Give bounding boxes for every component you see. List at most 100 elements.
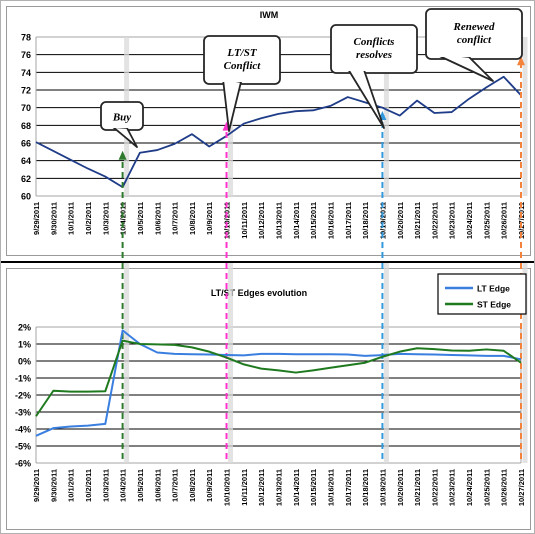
upper-x-tick-label: 10/26/2011 [500,202,509,239]
svg-text:10/5/2011: 10/5/2011 [136,469,145,502]
upper-chart-title: IWM [260,10,279,20]
lower-x-tick-label: 9/30/2011 [49,469,58,502]
svg-text:10/17/2011: 10/17/2011 [344,469,353,506]
lower-x-tick-label: 10/2/2011 [84,469,93,502]
svg-text:9/29/2011: 9/29/2011 [32,202,41,235]
svg-text:10/24/2011: 10/24/2011 [465,469,474,506]
svg-text:9/29/2011: 9/29/2011 [32,469,41,502]
lower-x-tick-label: 10/25/2011 [482,469,491,506]
svg-text:10/23/2011: 10/23/2011 [448,202,457,239]
svg-text:10/6/2011: 10/6/2011 [153,469,162,502]
lower-x-tick-label: 10/23/2011 [448,469,457,506]
svg-text:10/14/2011: 10/14/2011 [292,202,301,239]
lower-x-tick-label: 10/9/2011 [205,469,214,502]
svg-text:10/12/2011: 10/12/2011 [257,469,266,506]
upper-series-iwm [35,75,522,189]
lower-x-tick-label: 10/7/2011 [171,469,180,502]
lower-chart-panel: -6% -5% -4% -3% -2% -1% 0% 1% 2% LT/ST Edges evol… [1,263,534,533]
upper-x-tick-label: 10/2/2011 [84,202,93,235]
upper-x-tick-label: 10/25/2011 [482,202,491,239]
svg-text:10/22/2011: 10/22/2011 [430,202,439,239]
annotation-shadow-band [522,37,528,196]
lower-x-tick-label: 10/19/2011 [378,469,387,506]
lower-x-tick-label: 10/12/2011 [257,469,266,506]
callout-buy: Buy [100,101,144,148]
svg-text:10/8/2011: 10/8/2011 [188,202,197,235]
lower-x-tick-label: 10/1/2011 [67,469,76,502]
svg-text:10/1/2011: 10/1/2011 [67,202,76,235]
upper-y-tick-label: 76 [21,50,31,60]
svg-text:10/22/2011: 10/22/2011 [430,469,439,506]
svg-text:10/2/2011: 10/2/2011 [84,202,93,235]
upper-x-tick-label: 10/9/2011 [205,202,214,235]
lower-x-tick-label: 10/24/2011 [465,469,474,506]
svg-text:10/7/2011: 10/7/2011 [171,202,180,235]
svg-text:10/8/2011: 10/8/2011 [188,469,197,502]
callout-label: resolves [356,49,392,61]
svg-text:10/15/2011: 10/15/2011 [309,469,318,506]
svg-text:10/17/2011: 10/17/2011 [344,202,353,239]
lower-y-tick-label: -5% [15,442,31,452]
lower-chart-title: LT/ST Edges evolution [211,288,307,298]
lower-x-tick-label: 10/21/2011 [413,469,422,506]
svg-text:9/30/2011: 9/30/2011 [49,469,58,502]
lower-y-tick-label: -3% [15,408,31,418]
upper-x-tick-label: 10/20/2011 [396,202,405,239]
lower-y-tick-label: -1% [15,374,31,384]
annotation-shadow-band [124,263,130,463]
svg-text:10/15/2011: 10/15/2011 [309,202,318,239]
upper-x-tick-label: 10/18/2011 [361,202,370,239]
lower-x-tick-label: 9/29/2011 [32,469,41,502]
upper-x-tick-label: 9/29/2011 [32,202,41,235]
svg-text:10/23/2011: 10/23/2011 [448,469,457,506]
upper-x-tick-label: 10/8/2011 [188,202,197,235]
svg-text:10/11/2011: 10/11/2011 [240,202,249,239]
upper-chart-svg: 60 62 64 66 68 70 72 74 76 78 IWM 9/29/2011 9/30/201… [21,8,528,258]
lower-x-tick-label: 10/15/2011 [309,469,318,506]
svg-text:10/6/2011: 10/6/2011 [153,202,162,235]
svg-text:10/20/2011: 10/20/2011 [396,202,405,239]
svg-text:10/21/2011: 10/21/2011 [413,469,422,506]
upper-y-tick-label: 78 [21,33,31,43]
svg-text:10/24/2011: 10/24/2011 [465,202,474,239]
upper-x-tick-label: 9/30/2011 [49,202,58,235]
upper-y-tick-label: 64 [21,156,31,166]
lower-x-tick-label: 10/27/2011 [517,469,526,506]
lower-y-tick-label: -6% [15,459,31,469]
lower-y-tick-label: 2% [18,323,31,333]
callout-renewed-conflict: Renewedconflict [425,8,523,82]
svg-text:10/18/2011: 10/18/2011 [361,469,370,506]
svg-text:10/7/2011: 10/7/2011 [171,469,180,502]
svg-text:10/1/2011: 10/1/2011 [67,469,76,502]
legend-label: LT Edge [477,284,510,294]
svg-text:9/30/2011: 9/30/2011 [49,202,58,235]
lower-x-tick-label: 10/14/2011 [292,469,301,506]
legend-label: ST Edge [477,300,511,310]
upper-y-tick-label: 72 [21,86,31,96]
svg-text:10/13/2011: 10/13/2011 [275,469,284,506]
upper-x-tick-label: 10/14/2011 [292,202,301,239]
lower-y-tick-label: -4% [15,425,31,435]
svg-text:10/20/2011: 10/20/2011 [396,469,405,506]
annotation-shadow-band [228,263,234,463]
svg-text:10/10/2011: 10/10/2011 [223,469,232,506]
lower-x-tick-label: 10/3/2011 [101,469,110,502]
svg-text:10/11/2011: 10/11/2011 [240,469,249,506]
annotation-shadow-band [383,263,389,463]
svg-text:10/16/2011: 10/16/2011 [326,469,335,506]
upper-x-tick-label: 10/16/2011 [326,202,335,239]
lower-x-tick-label: 10/8/2011 [188,469,197,502]
callout-label: Renewed [453,21,495,33]
callout-label: Buy [112,112,131,124]
lower-x-tick-label: 10/11/2011 [240,469,249,506]
lower-x-tick-label: 10/17/2011 [344,469,353,506]
lower-x-tick-label: 10/16/2011 [326,469,335,506]
svg-text:10/13/2011: 10/13/2011 [275,202,284,239]
callout-label: Conflict [224,60,262,72]
upper-x-tick-label: 10/15/2011 [309,202,318,239]
upper-y-tick-label: 60 [21,192,31,202]
upper-x-tick-label: 10/5/2011 [136,202,145,235]
upper-x-tick-label: 10/1/2011 [67,202,76,235]
svg-text:10/4/2011: 10/4/2011 [119,469,128,502]
upper-x-tick-label: 10/6/2011 [153,202,162,235]
